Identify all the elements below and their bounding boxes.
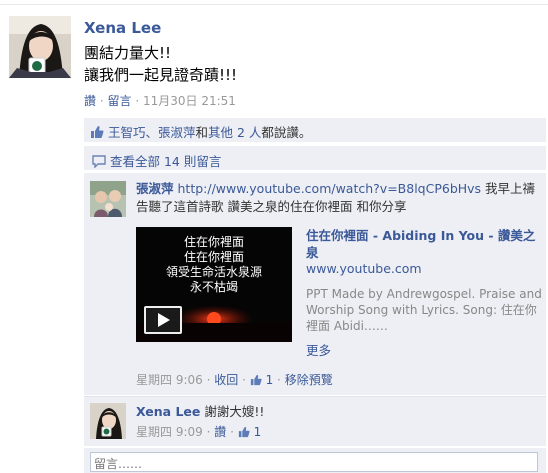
share-title-link[interactable]: 住在你裡面 - Abiding In You - 讚美之泉 [306,227,542,261]
post-comment-link[interactable]: 留言 [108,94,132,108]
video-thumbnail[interactable]: 住在你裡面 住在你裡面 領受生命活水泉源 永不枯竭 [136,227,292,342]
post-timestamp[interactable]: 11月30日 21:51 [143,94,236,108]
share-more-link[interactable]: 更多 [306,340,331,359]
reply-bar: 留言…… [84,448,546,473]
comment-item: 張淑萍 http://www.youtube.com/watch?v=B8lqC… [84,173,546,395]
comment-author[interactable]: Xena Lee [136,404,200,419]
comment-bubble-icon [92,155,106,171]
remove-preview-link[interactable]: 移除預覽 [285,373,333,387]
play-icon[interactable] [144,306,182,334]
thumbs-up-icon [238,426,250,441]
view-all-comments-link[interactable]: 查看全部 14 則留言 [92,151,221,171]
comment-time[interactable]: 星期四 9:06 [136,373,203,387]
likers-names[interactable]: 王智巧、張淑萍 [108,125,196,140]
comment-time[interactable]: 星期四 9:09 [136,425,203,439]
share-domain-link[interactable]: www.youtube.com [306,261,422,276]
meta-separator: · [135,94,140,108]
likes-others-link[interactable]: 其他 2 人 [208,125,261,140]
comment-body: Xena Lee 謝謝大嫂!! [136,403,264,421]
commenter-avatar[interactable] [90,403,126,439]
comment-text: 謝謝大嫂!! [204,404,265,419]
meta-separator: · [230,425,234,439]
share-description: PPT Made by Andrewgospel. Praise and Wor… [306,287,542,333]
comment-like-count[interactable]: 1 [254,425,262,439]
post-author-name[interactable]: Xena Lee [84,19,161,37]
top-divider [0,4,548,5]
post-like-link[interactable]: 讚 [84,94,96,108]
likes-and: 和 [195,125,209,140]
comment-like-link[interactable]: 讚 [214,425,226,439]
likes-suffix: 都說讚。 [261,125,312,140]
thumbnail-lyrics: 住在你裡面 住在你裡面 領受生命活水泉源 永不枯竭 [165,235,262,294]
post-body: 團結力量大!! 讓我們一起見證奇蹟!!! [84,42,237,86]
meta-separator: · [206,373,211,387]
panel-divider [84,171,546,172]
post-meta: 讚 · 留言 · 11月30日 21:51 [84,92,236,109]
comment-input[interactable]: 留言…… [90,452,538,472]
meta-separator: · [242,373,246,387]
comment-like-count[interactable]: 1 [266,373,274,387]
comment-author[interactable]: 張淑萍 [136,181,174,196]
likes-bar: 王智巧、張淑萍和其他 2 人都說讚。 [84,118,546,142]
author-avatar[interactable] [9,16,71,78]
comment-item: Xena Lee 謝謝大嫂!! 星期四 9:09 · 讚 · 1 [84,396,546,446]
meta-separator: · [99,94,104,108]
comment-body: 張淑萍 http://www.youtube.com/watch?v=B8lqC… [136,180,542,216]
retract-link[interactable]: 收回 [214,373,238,387]
thumbs-up-icon [250,374,262,389]
post-line-1: 團結力量大!! [84,44,172,62]
commenter-avatar[interactable] [90,181,126,217]
view-all-comments-bar: 查看全部 14 則留言 [84,146,546,170]
post-line-2: 讓我們一起見證奇蹟!!! [84,66,238,84]
likes-summary: 王智巧、張淑萍和其他 2 人都說讚。 [90,122,311,142]
meta-separator: · [277,373,281,387]
comment-url-link[interactable]: http://www.youtube.com/watch?v=B8lqCP6bH… [178,181,482,196]
comment-meta: 星期四 9:06 · 收回 · 1 · 移除預覽 [136,371,333,389]
thumbs-up-icon [90,125,104,142]
meta-separator: · [206,425,211,439]
comment-meta: 星期四 9:09 · 讚 · 1 [136,423,261,441]
view-all-label: 查看全部 14 則留言 [109,154,222,169]
